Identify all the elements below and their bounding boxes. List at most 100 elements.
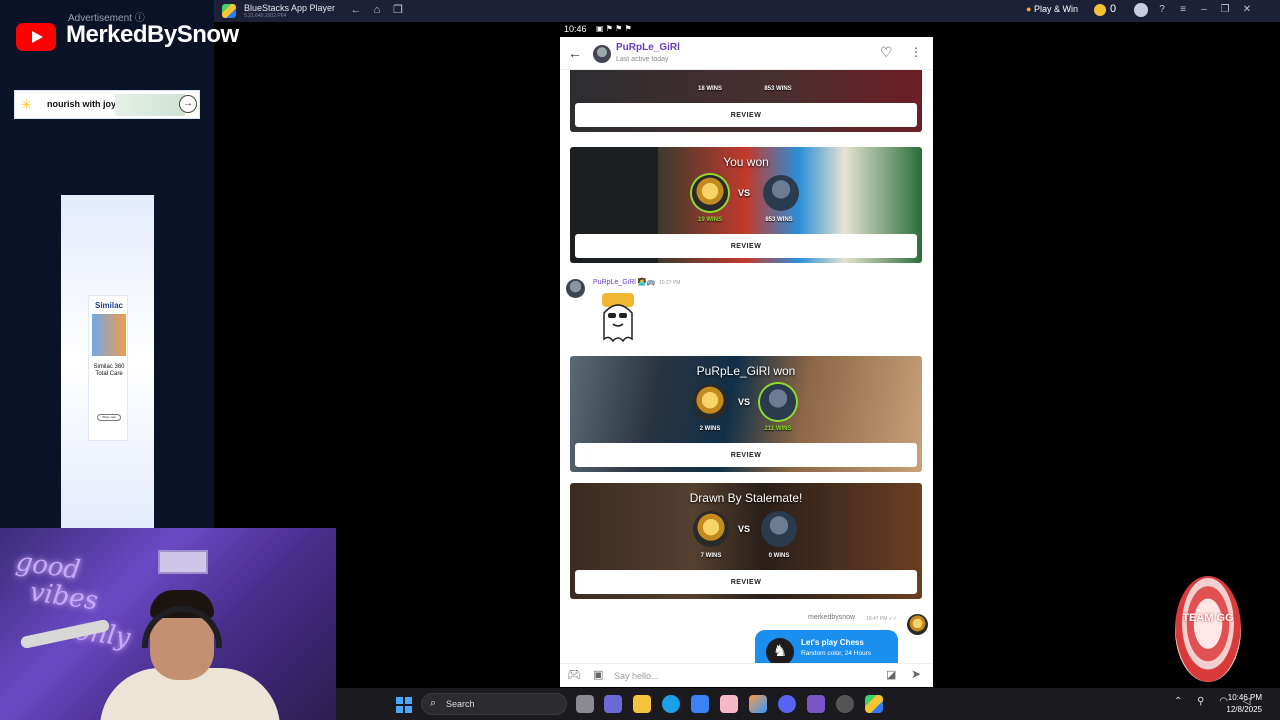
- similac-product-name: Similac 360 Total Care: [93, 364, 125, 377]
- chat-messages[interactable]: 18 WINS 853 WINS REVIEW You won VS 19 WI…: [560, 70, 933, 663]
- obs-icon[interactable]: [836, 695, 854, 713]
- result-title: PuRpLe_GiRl won: [696, 364, 796, 378]
- ad-banner-text: nourish with joy: [47, 99, 116, 109]
- play-win-label: Play & Win: [1033, 4, 1078, 14]
- teams-icon[interactable]: [604, 695, 622, 713]
- similac-brand: Similac: [94, 301, 123, 310]
- profile-avatar[interactable]: [1134, 3, 1148, 17]
- left-player-wins: 7 WINS: [700, 553, 722, 559]
- right-player-avatar: [760, 384, 796, 420]
- gift-icon: ●: [1026, 4, 1032, 14]
- bluestacks-taskbar-icon[interactable]: [865, 695, 883, 713]
- close-icon[interactable]: ✕: [1240, 3, 1254, 17]
- kebab-icon[interactable]: ⋮: [910, 45, 922, 59]
- message-composer: 🎮︎ ▣ ◪ ➤: [560, 663, 933, 687]
- review-button[interactable]: REVIEW: [575, 103, 917, 127]
- invite-title: Let's play Chess: [801, 638, 864, 647]
- image-attach-icon[interactable]: ▣: [593, 668, 603, 681]
- discord-icon[interactable]: [778, 695, 796, 713]
- right-player-wins: 853 WINS: [765, 217, 793, 223]
- peer-message-avatar[interactable]: [566, 279, 585, 298]
- peer-name[interactable]: PuRpLe_GiRl: [616, 42, 680, 53]
- sticker-icon[interactable]: ◪: [886, 668, 896, 681]
- peer-message-name: PuRpLe_GiRl 👩‍💻🚌: [593, 279, 656, 286]
- recent-apps-icon[interactable]: ❐: [391, 3, 405, 17]
- similac-shop-button[interactable]: Shop now: [97, 414, 121, 421]
- bluestacks-titlebar: BlueStacks App Player 5.21.640.1002 P64 …: [214, 0, 1280, 22]
- channel-name: MerkedBySnow: [66, 21, 239, 48]
- send-icon[interactable]: ➤: [911, 667, 921, 681]
- taskbar-search[interactable]: ⌕ Search: [421, 693, 567, 715]
- walmart-spark-icon: ✳: [21, 97, 32, 112]
- right-player-wins: 853 WINS: [764, 86, 792, 92]
- game-result-card[interactable]: You won VS 19 WINS 853 WINS REVIEW: [570, 147, 922, 263]
- game-result-card[interactable]: PuRpLe_GiRl won VS 2 WINS 211 WINS REVIE…: [570, 356, 922, 472]
- review-button[interactable]: REVIEW: [575, 443, 917, 467]
- review-button[interactable]: REVIEW: [575, 234, 917, 258]
- menu-icon[interactable]: ≡: [1176, 3, 1190, 17]
- chess-knight-icon: ♞: [766, 638, 794, 663]
- vs-label: VS: [738, 397, 751, 407]
- team-gg-text: TEAM GG: [1182, 612, 1234, 624]
- left-player-wins: 2 WINS: [699, 426, 721, 432]
- gamepad-icon[interactable]: 🎮︎: [567, 668, 581, 681]
- game-result-card[interactable]: 18 WINS 853 WINS REVIEW: [570, 70, 922, 132]
- youtube-icon: [16, 23, 56, 51]
- peer-message-time: 10:27 PM: [659, 280, 681, 286]
- chat-header: ← PuRpLe_GiRl Last active today ♡ ⋮: [560, 37, 933, 70]
- copilot-icon[interactable]: [749, 695, 767, 713]
- ad-sidebar: Advertisement ⓘ ✳ nourish with joy → Sim…: [0, 0, 214, 528]
- search-label: Search: [446, 699, 475, 709]
- windows-start-icon[interactable]: [396, 697, 412, 713]
- game-result-card[interactable]: Drawn By Stalemate! VS 7 WINS 0 WINS REV…: [570, 483, 922, 599]
- left-player-avatar: [693, 511, 729, 547]
- similac-product-image: [92, 314, 126, 356]
- arrow-right-icon[interactable]: →: [179, 95, 197, 113]
- play-win-button[interactable]: ● Play & Win: [1026, 4, 1078, 14]
- file-explorer-icon[interactable]: [633, 695, 651, 713]
- arrow-left-icon[interactable]: ←: [568, 45, 582, 61]
- right-player-wins: 211 WINS: [764, 426, 792, 432]
- vs-label: VS: [738, 524, 751, 534]
- app-icon-pink[interactable]: [720, 695, 738, 713]
- chess-invite-bubble[interactable]: ♞ Let's play Chess Random color, 24 Hour…: [755, 630, 898, 663]
- webcam-feed: good vibes only: [0, 528, 336, 720]
- sticker-image[interactable]: [596, 291, 640, 347]
- team-gg-badge: TEAM GG: [1175, 576, 1241, 682]
- help-icon[interactable]: ?: [1155, 3, 1169, 17]
- app-icon-purple[interactable]: [807, 695, 825, 713]
- tall-ad[interactable]: Similac Similac 360 Total Care Shop now: [61, 195, 154, 528]
- app-title: BlueStacks App Player: [244, 3, 336, 13]
- minimize-icon[interactable]: –: [1197, 3, 1211, 17]
- clock-date[interactable]: 12/8/2025: [1214, 705, 1262, 714]
- left-player-wins: 19 WINS: [697, 217, 722, 223]
- message-input[interactable]: [614, 667, 874, 685]
- restore-icon[interactable]: ❐: [1218, 3, 1232, 17]
- right-player-wins: 0 WINS: [768, 553, 790, 559]
- status-icons: ▣ ⚑ ⚑ ⚑: [596, 24, 632, 33]
- neon-word-vibes: vibes: [27, 577, 100, 617]
- emulator-screen: 10:46 ▣ ⚑ ⚑ ⚑ ← PuRpLe_GiRl Last active …: [560, 23, 933, 687]
- ad-product-image: [115, 94, 185, 116]
- result-title: Drawn By Stalemate!: [689, 491, 803, 505]
- left-player-avatar: [692, 175, 728, 211]
- left-player-avatar: [692, 384, 728, 420]
- back-nav-icon[interactable]: ←: [349, 3, 363, 17]
- store-icon[interactable]: [691, 695, 709, 713]
- my-avatar[interactable]: [907, 614, 928, 635]
- window-unit: [158, 550, 208, 574]
- home-icon[interactable]: ⌂: [370, 3, 384, 17]
- clock-time[interactable]: 10:46 PM: [1214, 693, 1262, 702]
- peer-status: Last active today: [616, 56, 669, 63]
- result-title: You won: [723, 155, 769, 169]
- status-time: 10:46: [564, 24, 587, 34]
- task-view-icon[interactable]: [576, 695, 594, 713]
- peer-avatar[interactable]: [593, 45, 611, 63]
- similac-product-card: Similac Similac 360 Total Care Shop now: [88, 295, 128, 441]
- left-player-wins: 18 WINS: [697, 86, 722, 92]
- edge-icon[interactable]: [662, 695, 680, 713]
- review-button[interactable]: REVIEW: [575, 570, 917, 594]
- ad-banner[interactable]: ✳ nourish with joy →: [14, 90, 200, 119]
- heart-icon[interactable]: ♡: [880, 44, 893, 61]
- my-message-name: merkedbysnow: [808, 614, 856, 621]
